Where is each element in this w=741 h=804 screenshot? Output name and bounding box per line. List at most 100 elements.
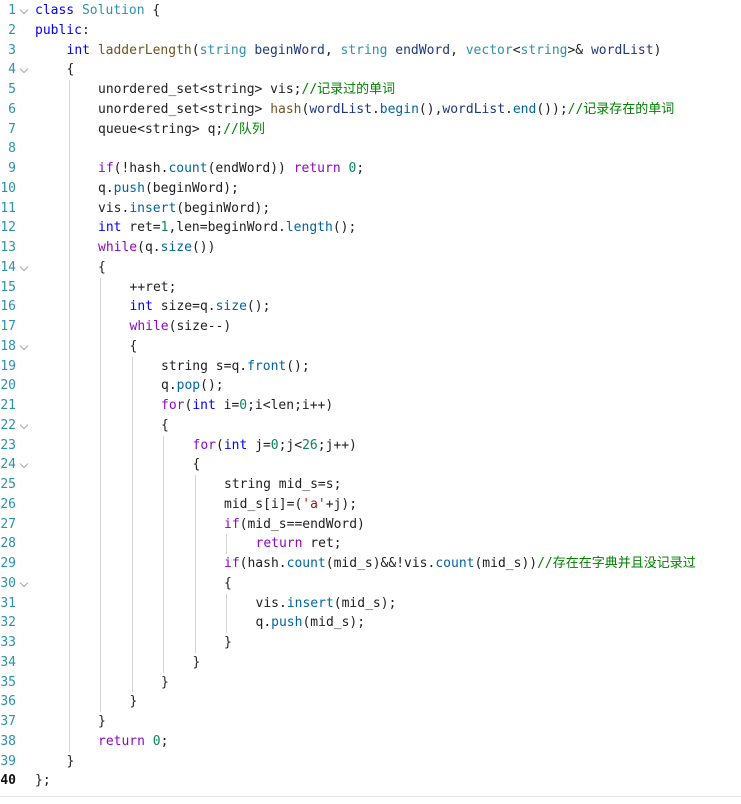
code-token: for (161, 398, 185, 413)
code-token: int (66, 42, 90, 58)
code-token: (mid_s)) (474, 556, 538, 571)
indent-guide (226, 534, 227, 554)
code-line[interactable]: 21 for(int i=0;i<len;i++) (0, 396, 741, 416)
code-token: } (66, 753, 75, 769)
code-line[interactable]: 9 if(!hash.count(endWord)) return 0; (0, 159, 741, 179)
code-line[interactable]: 14 { (0, 258, 741, 278)
line-number: 26 (0, 496, 16, 512)
code-token: endWord (395, 42, 451, 58)
code-line[interactable]: 1 class Solution { (0, 1, 741, 21)
fold-chevron-icon[interactable] (19, 420, 29, 429)
fold-chevron-icon[interactable] (19, 341, 29, 350)
code-text: { (98, 258, 106, 278)
code-line[interactable]: 12 int ret=1,len=beginWord.length(); (0, 218, 741, 238)
code-token: int (129, 299, 153, 315)
code-text: } (98, 712, 106, 732)
fold-chevron-icon[interactable] (19, 460, 29, 469)
code-line[interactable]: 27 if(mid_s==endWord) (0, 515, 741, 535)
code-token: queue<string> q; (98, 121, 224, 137)
code-token: ;i<len;i++) (247, 398, 334, 413)
code-line[interactable]: 31 vis.insert(mid_s); (0, 594, 741, 614)
code-text: string mid_s=s; (224, 475, 341, 495)
code-token: (), (418, 101, 443, 117)
code-token: (beginWord); (144, 180, 239, 196)
line-number: 18 (0, 338, 16, 354)
code-token: int (223, 437, 248, 453)
code-line[interactable]: 33} (0, 633, 741, 653)
code-line[interactable]: 2 public: (0, 21, 741, 41)
code-text: { (193, 455, 201, 475)
code-line[interactable]: 22 { (0, 416, 741, 436)
code-token: front (247, 358, 287, 374)
code-line[interactable]: 17 while(size--) (0, 317, 741, 337)
code-text: q.push(mid_s); (256, 613, 366, 633)
code-line[interactable]: 25 string mid_s=s; (0, 475, 741, 495)
fold-chevron-icon[interactable] (19, 5, 29, 15)
code-line[interactable]: 38 return 0; (0, 732, 741, 752)
code-line[interactable]: 4{ (0, 60, 741, 80)
code-line[interactable]: 34} (0, 653, 741, 673)
code-text: if(!hash.count(endWord)) return 0; (98, 159, 364, 179)
line-number: 22 (0, 417, 16, 433)
code-text: if(mid_s==endWord) (224, 515, 365, 535)
code-editor[interactable]: 1 class Solution {2 public: 3 int ladderLeng… (0, 0, 741, 796)
line-number: 28 (0, 536, 16, 552)
code-line[interactable]: 35} (0, 673, 741, 693)
code-token: 26 (302, 437, 318, 453)
code-token: (); (332, 220, 357, 236)
code-token: { (66, 62, 75, 78)
code-line[interactable]: 16 int size=q.size(); (0, 297, 741, 317)
code-line[interactable]: 36} (0, 692, 741, 712)
fold-chevron-icon[interactable] (19, 262, 29, 271)
line-number: 37 (0, 714, 16, 729)
code-token: (beginWord); (176, 200, 271, 216)
code-line[interactable]: 18 { (0, 337, 741, 357)
code-line[interactable]: 23 for(int j=0;j<26;j++) (0, 436, 741, 456)
fold-chevron-icon[interactable] (19, 578, 29, 587)
code-token: ladderLength (97, 42, 192, 58)
code-token: string (199, 42, 247, 58)
code-line[interactable]: 15 ++ret; (0, 278, 741, 298)
code-line[interactable]: 28 return ret; (0, 534, 741, 554)
code-token: } (224, 635, 232, 650)
code-line[interactable]: 24 { (0, 455, 741, 475)
code-line[interactable]: 10 q.push(beginWord); (0, 179, 741, 199)
code-token: j= (247, 437, 271, 453)
code-line[interactable]: 13 while(q.size()) (0, 238, 741, 258)
code-line[interactable]: 30 { (0, 574, 741, 594)
code-line[interactable]: 8 (0, 139, 741, 159)
code-token: insert (286, 595, 334, 611)
code-token: { (161, 417, 169, 433)
code-token: count (435, 556, 475, 571)
code-token: { (129, 338, 138, 354)
code-line[interactable]: 37} (0, 712, 741, 732)
code-line[interactable]: 11 vis.insert(beginWord); (0, 199, 741, 219)
code-token: i= (215, 398, 240, 413)
fold-chevron-icon[interactable] (19, 65, 29, 74)
code-line[interactable]: 26 mid_s[i]=('a'+j); (0, 495, 741, 515)
code-token: Solution (81, 3, 145, 18)
code-line[interactable]: 6 unordered_set<string> hash(wordList.beg… (0, 100, 741, 120)
code-token: push (271, 615, 303, 631)
line-number: 12 (0, 220, 16, 236)
code-line[interactable]: 39} (0, 752, 741, 772)
code-line[interactable]: 32 q.push(mid_s); (0, 613, 741, 633)
code-token: (); (246, 299, 271, 315)
code-line[interactable]: 29 if(hash.count(mid_s)&&!vis.count(mid_s… (0, 554, 741, 574)
code-line[interactable]: 40}; (0, 771, 741, 791)
code-line[interactable]: 3 int ladderLength(string beginWord, stri… (0, 41, 741, 61)
line-number: 1 (8, 3, 16, 18)
code-line[interactable]: 7 queue<string> q;//队列 (0, 120, 741, 140)
line-number: 23 (0, 437, 16, 453)
code-line[interactable]: 19 string s=q.front(); (0, 357, 741, 377)
code-token: size (215, 299, 247, 315)
code-line[interactable]: 20 q.pop(); (0, 376, 741, 396)
code-text: }; (35, 771, 51, 791)
code-token: if (224, 516, 240, 532)
code-token: 'a' (302, 496, 326, 512)
code-line[interactable]: 5 unordered_set<string> vis;//记录过的单词 (0, 80, 741, 100)
indent-guide (226, 593, 227, 633)
code-token: 0 (152, 733, 161, 749)
line-number: 9 (8, 161, 16, 176)
